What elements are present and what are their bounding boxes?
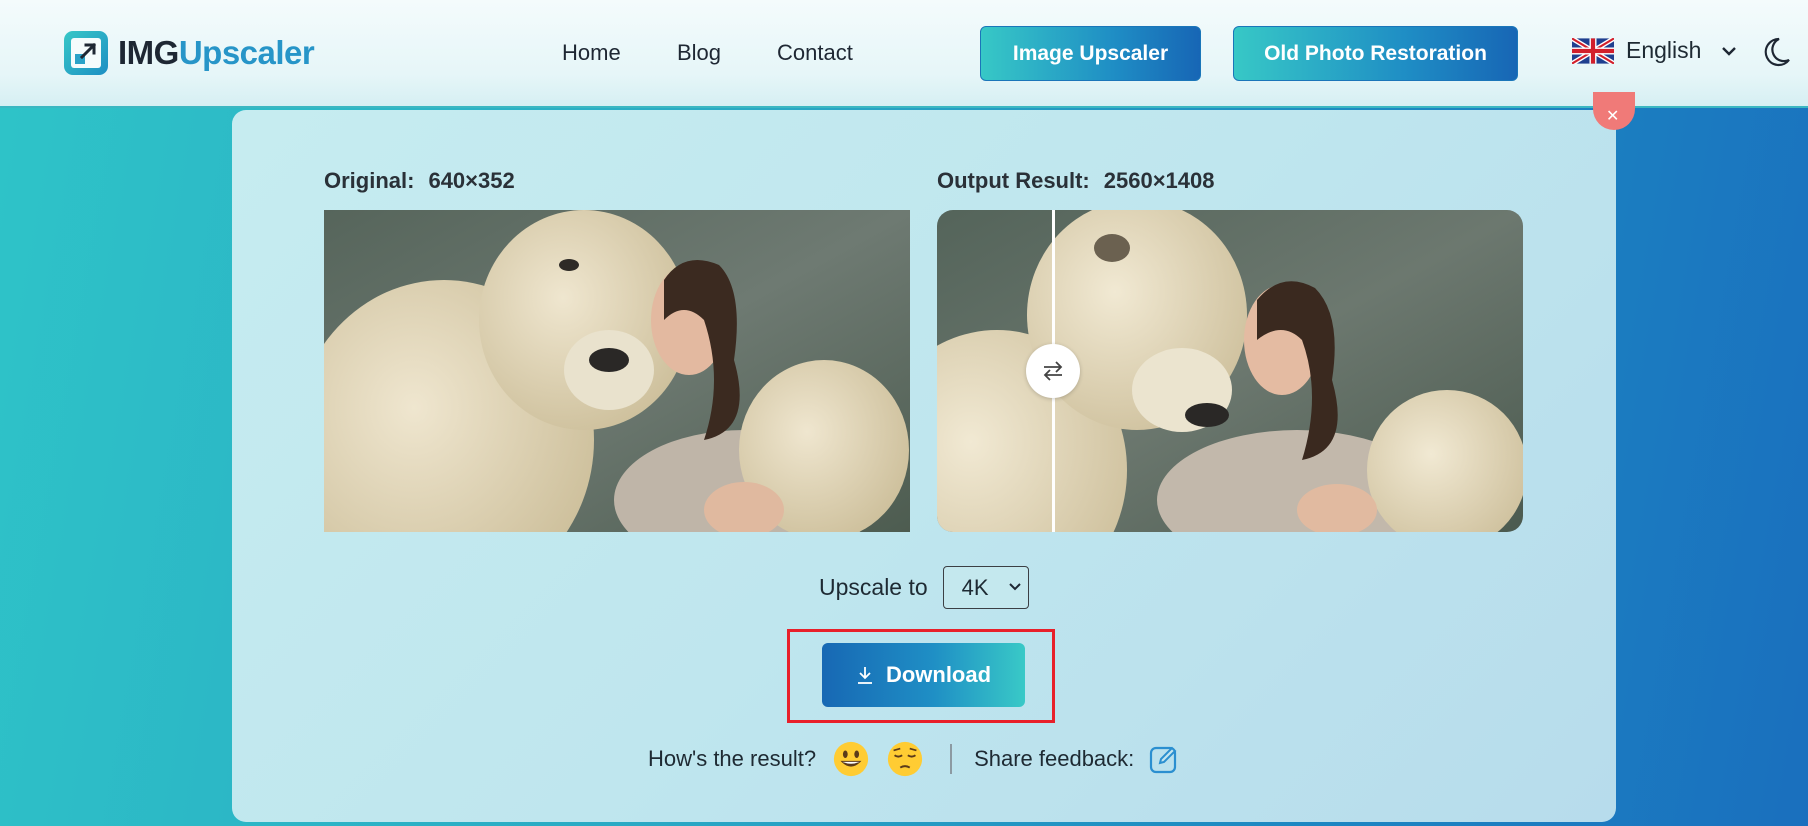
- upscale-select[interactable]: 4K: [942, 566, 1029, 609]
- comparison-slider-handle[interactable]: [1026, 344, 1080, 398]
- feedback-row: How's the result? Share feedback:: [648, 740, 1180, 778]
- moon-icon[interactable]: [1762, 36, 1792, 68]
- swap-icon: [1043, 361, 1063, 381]
- feedback-separator: [950, 744, 953, 774]
- original-size: 640×352: [428, 168, 515, 193]
- nav-blog[interactable]: Blog: [677, 40, 721, 66]
- original-resolution-label: Original: 640×352: [324, 168, 515, 194]
- old-photo-restoration-button[interactable]: Old Photo Restoration: [1233, 26, 1518, 81]
- upscale-value: 4K: [961, 574, 989, 600]
- pensive-emoji-icon[interactable]: [886, 740, 924, 778]
- original-image: [324, 210, 910, 532]
- logo-text: IMGUpscaler: [118, 34, 315, 72]
- output-label: Output Result:: [937, 168, 1090, 193]
- uk-flag-icon: [1572, 37, 1614, 64]
- smile-emoji-icon[interactable]: [832, 740, 870, 778]
- edit-icon[interactable]: [1148, 743, 1180, 775]
- output-size: 2560×1408: [1103, 168, 1215, 193]
- logo[interactable]: IMGUpscaler: [64, 31, 315, 75]
- upscale-control: Upscale to 4K: [819, 566, 1029, 609]
- language-label: English: [1626, 37, 1702, 63]
- download-button[interactable]: Download: [822, 643, 1025, 707]
- nav-home[interactable]: Home: [562, 40, 621, 66]
- logo-icon: [64, 31, 108, 75]
- nav-contact[interactable]: Contact: [777, 40, 853, 66]
- language-selector[interactable]: English: [1572, 37, 1737, 64]
- close-icon: ✕: [1606, 108, 1620, 125]
- download-icon: [857, 667, 872, 684]
- share-feedback-label: Share feedback:: [974, 746, 1135, 771]
- output-resolution-label: Output Result: 2560×1408: [937, 168, 1215, 194]
- logo-text-upscaler: Upscaler: [178, 34, 315, 71]
- output-image[interactable]: [937, 210, 1523, 532]
- original-label: Original:: [324, 168, 415, 193]
- upscale-label: Upscale to: [819, 574, 928, 600]
- feedback-question: How's the result?: [648, 746, 817, 771]
- logo-text-img: IMG: [118, 34, 179, 71]
- close-button[interactable]: ✕: [1593, 92, 1635, 130]
- chevron-down-icon: [1722, 46, 1737, 56]
- chevron-down-icon: [1008, 583, 1021, 591]
- image-upscaler-button[interactable]: Image Upscaler: [980, 26, 1201, 81]
- site-header: IMGUpscaler Home Blog Contact Image Upsc…: [0, 0, 1808, 108]
- download-label: Download: [885, 662, 992, 687]
